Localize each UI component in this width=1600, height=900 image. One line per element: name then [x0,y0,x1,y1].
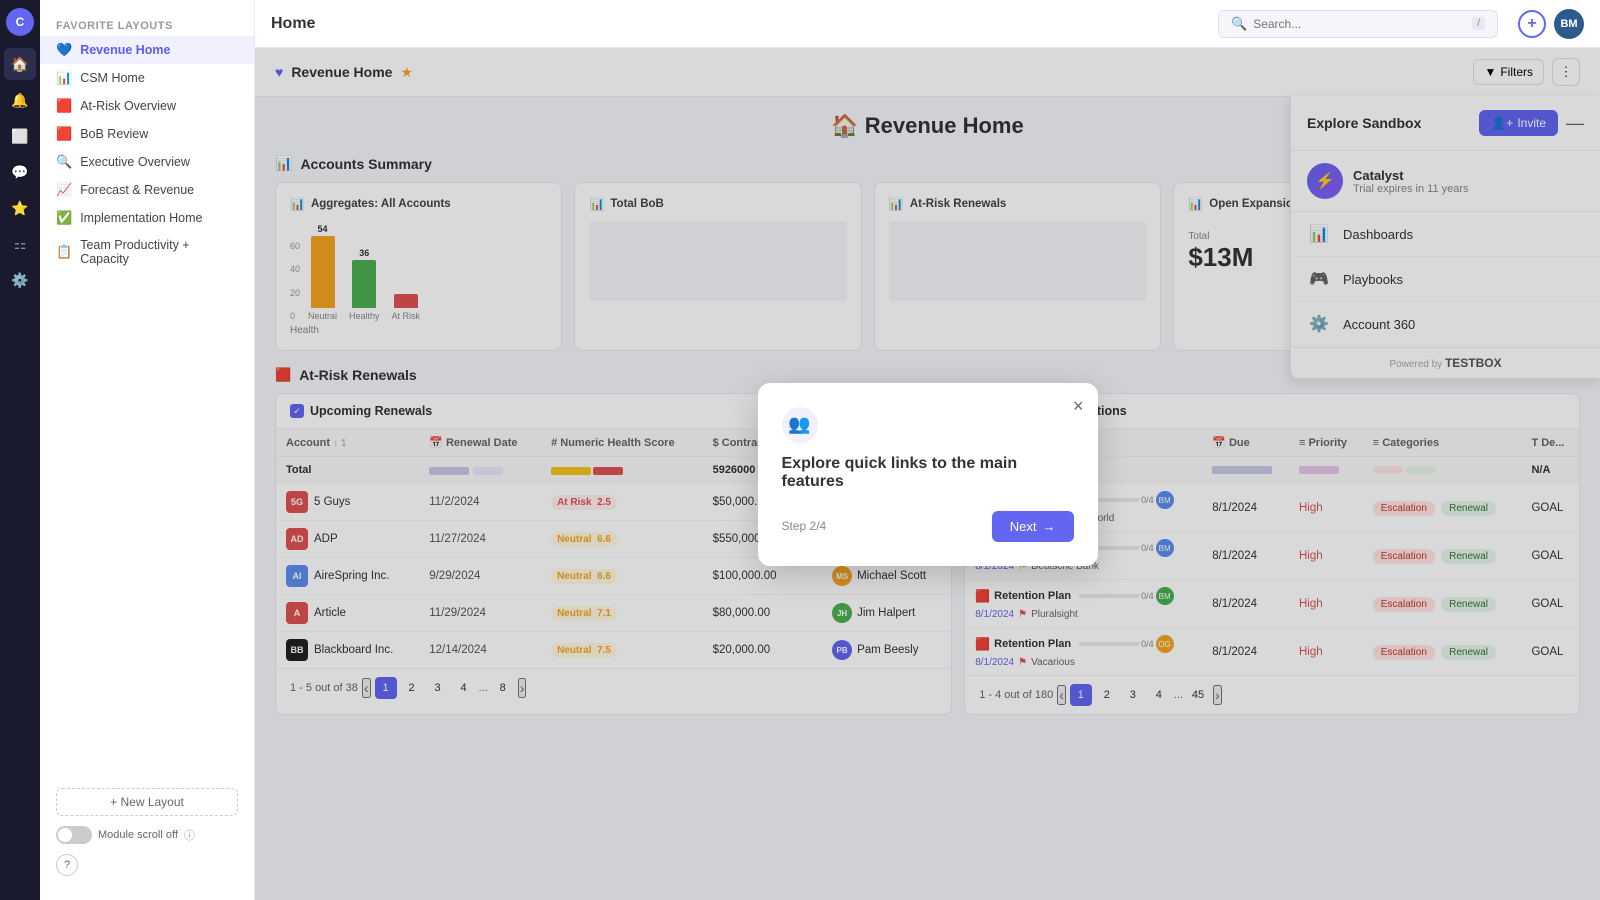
nav-home-icon[interactable]: 🏠 [4,48,36,80]
top-bar: Home 🔍 / + BM [255,0,1600,48]
page-title: Home [271,15,315,33]
at-risk-icon: 🟥 [56,98,72,114]
modal-step: Step 2/4 [782,519,827,533]
nav-star-icon[interactable]: ⭐ [4,192,36,224]
help-section: ? [56,854,238,876]
revenue-home-icon: 💙 [56,42,72,58]
toggle-knob [58,828,72,842]
sidebar-item-implementation-home[interactable]: ✅ Implementation Home [40,204,254,232]
app-logo[interactable]: C [6,8,34,36]
sidebar-item-executive-overview[interactable]: 🔍 Executive Overview [40,148,254,176]
content-area: ♥ Revenue Home ★ ▼ Filters ⋮ 🏠 Revenue H… [255,48,1600,900]
module-scroll-switch[interactable] [56,826,92,844]
search-icon: 🔍 [1231,16,1247,32]
csm-home-icon: 📊 [56,70,72,86]
search-bar: 🔍 / [1218,10,1498,38]
sidebar-item-revenue-home[interactable]: 💙 Revenue Home [40,36,254,64]
left-sidebar: Favorite Layouts 💙 Revenue Home 📊 CSM Ho… [40,0,255,900]
info-icon: ⓘ [184,827,195,843]
modal-title: Explore quick links to the main features [782,455,1074,491]
nav-chat-icon[interactable]: 💬 [4,156,36,188]
nav-settings-icon[interactable]: ⚙️ [4,264,36,296]
executive-icon: 🔍 [56,154,72,170]
help-icon[interactable]: ? [56,854,78,876]
sidebar-item-forecast-revenue[interactable]: 📈 Forecast & Revenue [40,176,254,204]
keyboard-shortcut: / [1472,17,1485,30]
sidebar-section-title: Favorite Layouts [40,12,254,36]
sidebar-item-csm-home[interactable]: 📊 CSM Home [40,64,254,92]
team-icon: 📋 [56,244,72,260]
add-button[interactable]: + [1518,10,1546,38]
modal-footer: Step 2/4 Next → [782,511,1074,542]
sidebar-bottom: + New Layout Module scroll off ⓘ ? [40,776,254,888]
implementation-icon: ✅ [56,210,72,226]
nav-grid-icon[interactable]: ⚏ [4,228,36,260]
forecast-icon: 📈 [56,182,72,198]
modal-close-button[interactable]: × [1073,397,1084,415]
icon-sidebar: C 🏠 🔔 ⬜ 💬 ⭐ ⚏ ⚙️ [0,0,40,900]
new-layout-button[interactable]: + New Layout [56,788,238,816]
bob-review-icon: 🟥 [56,126,72,142]
modal-icon: 👥 [782,407,818,443]
nav-bell-icon[interactable]: 🔔 [4,84,36,116]
avatar[interactable]: BM [1554,9,1584,39]
top-bar-actions: + BM [1518,9,1584,39]
arrow-right-icon: → [1043,519,1056,534]
search-input[interactable] [1253,17,1466,31]
sidebar-item-team-productivity[interactable]: 📋 Team Productivity + Capacity [40,232,254,272]
module-scroll-toggle: Module scroll off ⓘ [56,826,238,844]
next-button[interactable]: Next → [992,511,1074,542]
modal-overlay: × 👥 Explore quick links to the main feat… [255,48,1600,900]
quick-links-modal: × 👥 Explore quick links to the main feat… [758,383,1098,566]
nav-layers-icon[interactable]: ⬜ [4,120,36,152]
sidebar-item-bob-review[interactable]: 🟥 BoB Review [40,120,254,148]
main-area: Home 🔍 / + BM ♥ Revenue Home ★ [255,0,1600,900]
sidebar-item-at-risk-overview[interactable]: 🟥 At-Risk Overview [40,92,254,120]
